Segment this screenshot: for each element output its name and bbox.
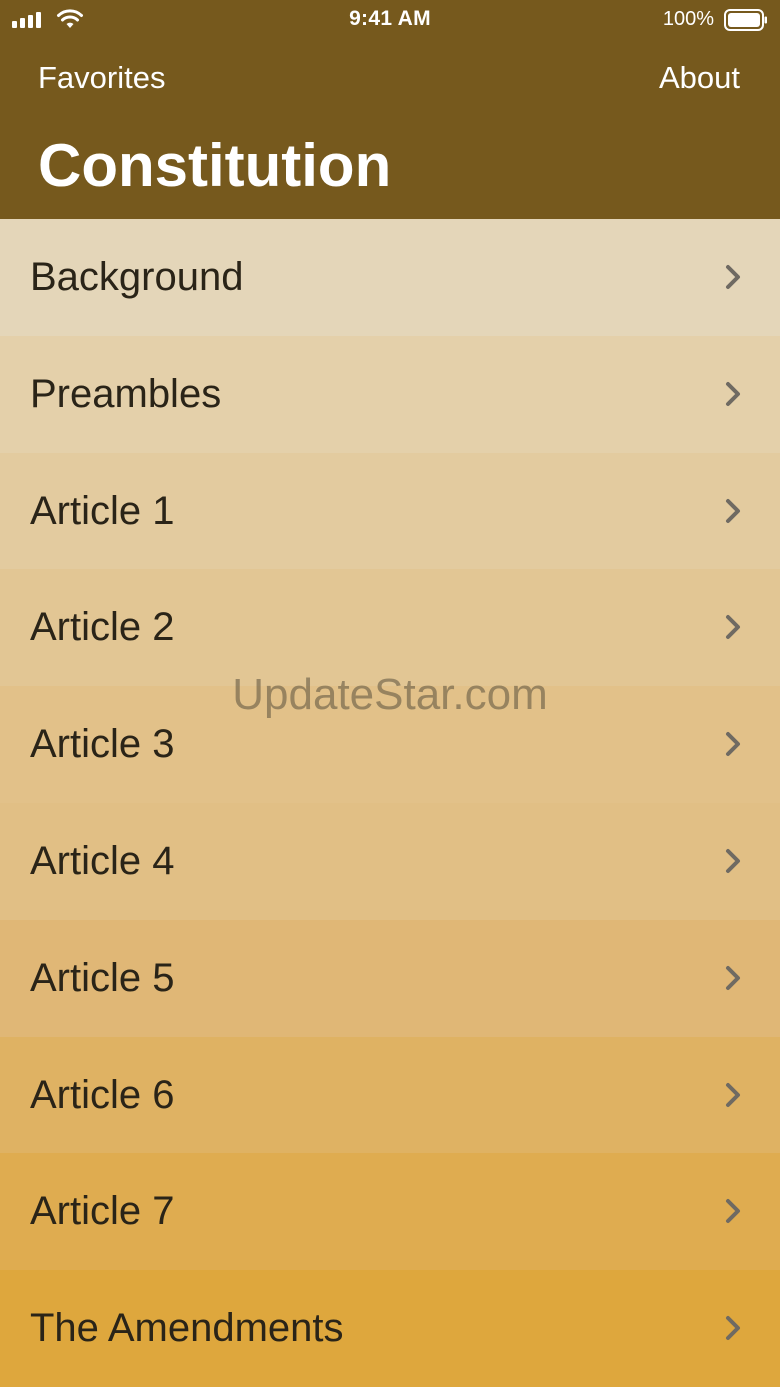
chevron-right-icon (726, 1082, 740, 1107)
list-item-preambles[interactable]: Preambles (0, 335, 780, 453)
list-item-the-amendments[interactable]: The Amendments (0, 1270, 780, 1387)
list-item-label: The Amendments (30, 1306, 344, 1351)
battery-percent: 100% (662, 8, 714, 30)
chevron-right-icon (726, 732, 740, 757)
chevron-right-icon (726, 848, 740, 873)
chevron-right-icon (726, 265, 740, 289)
list-item-label: Article 4 (30, 838, 175, 883)
list-item-label: Article 3 (30, 722, 175, 767)
list-item-label: Preambles (30, 371, 222, 416)
section-list: Background Preambles Article 1 Article 2… (0, 219, 780, 1387)
list-item-article-7[interactable]: Article 7 (0, 1153, 780, 1271)
status-bar: 9:41 AM 100% (0, 0, 780, 40)
app-screen: 9:41 AM 100% Favorites About Constitutio… (0, 0, 780, 1387)
list-item-article-3[interactable]: Article 3 (0, 686, 780, 803)
list-item-label: Background (30, 255, 244, 299)
list-item-label: Article 2 (30, 605, 175, 650)
list-item-label: Article 5 (30, 955, 175, 1000)
list-item-label: Article 1 (30, 488, 175, 533)
list-item-article-6[interactable]: Article 6 (0, 1036, 780, 1154)
chevron-right-icon (726, 498, 740, 523)
chevron-right-icon (726, 1316, 740, 1341)
header: 9:41 AM 100% Favorites About Constitutio… (0, 0, 780, 219)
chevron-right-icon (726, 1199, 740, 1224)
chevron-right-icon (726, 381, 740, 406)
chevron-right-icon (726, 615, 740, 640)
chevron-right-icon (726, 965, 740, 990)
page-title: Constitution (38, 132, 392, 199)
list-item-article-4[interactable]: Article 4 (0, 802, 780, 920)
favorites-button[interactable]: Favorites (38, 60, 165, 96)
list-item-background[interactable]: Background (0, 219, 780, 336)
battery-icon (724, 9, 767, 31)
list-item-article-5[interactable]: Article 5 (0, 919, 780, 1037)
list-item-label: Article 7 (30, 1189, 175, 1234)
about-button[interactable]: About (659, 60, 740, 96)
list-item-article-2[interactable]: Article 2 (0, 569, 780, 687)
list-item-article-1[interactable]: Article 1 (0, 452, 780, 570)
list-item-label: Article 6 (30, 1072, 175, 1117)
